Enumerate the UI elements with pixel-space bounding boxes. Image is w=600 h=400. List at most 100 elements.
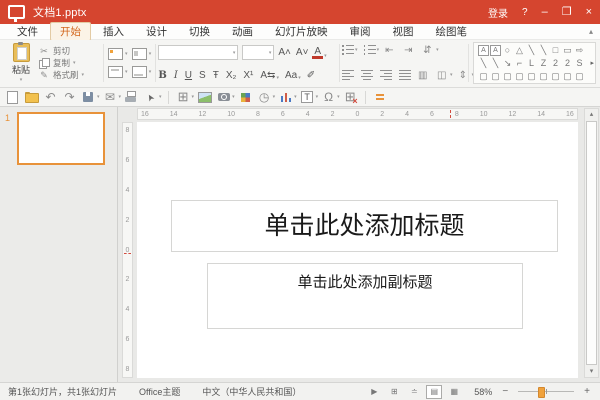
justify-button[interactable] [399, 70, 412, 80]
elbow-connector-shape[interactable]: Z [538, 57, 549, 69]
scrollbar-thumb[interactable] [586, 121, 597, 365]
elbow-connector-shape[interactable]: ⌐ [514, 57, 525, 69]
save-button[interactable]: ▾ [80, 90, 100, 105]
redo-button[interactable] [61, 90, 78, 105]
arrow-shape[interactable]: ⇨ [574, 44, 585, 56]
open-button[interactable] [23, 90, 40, 105]
arrow-line-shape[interactable]: ↘ [502, 57, 513, 69]
slide-layout-button[interactable]: ▾ [132, 48, 152, 60]
slide-reset-button[interactable]: ▾ [108, 66, 128, 78]
format-painter-button[interactable]: ✎ 格式刷 ▾ [38, 69, 84, 81]
slide-sorter-view-button[interactable]: ▦ [446, 385, 462, 399]
shrink-font-button[interactable]: A˅ [296, 47, 309, 58]
line-shape[interactable]: ╲ [490, 57, 501, 69]
screenshot-button[interactable]: ▾ [215, 90, 235, 105]
tab-animation[interactable]: 动画 [222, 22, 263, 41]
columns-button[interactable]: ▥ [418, 70, 431, 80]
curved-connector-shape[interactable]: 2 [550, 57, 561, 69]
select-button[interactable]: ▾ [142, 90, 162, 105]
numbering-button[interactable]: ▾ [364, 45, 380, 55]
elbow-connector-shape[interactable]: L [526, 57, 537, 69]
decrease-indent-button[interactable]: ⇤ [385, 45, 398, 55]
increase-indent-button[interactable]: ⇥ [404, 45, 417, 55]
tab-file[interactable]: 文件 [7, 22, 48, 41]
new-document-button[interactable] [4, 90, 21, 105]
reading-view-button[interactable]: ⊞ [386, 385, 402, 399]
change-case-button[interactable]: Aa▾ [285, 70, 301, 81]
shapes-more-button[interactable]: ▸ [590, 59, 594, 67]
scroll-down-button[interactable]: ▾ [585, 366, 598, 377]
vertical-text-box-shape[interactable]: A [490, 45, 501, 56]
grow-font-button[interactable]: A˄ [278, 47, 291, 58]
rounded-rectangle-shape[interactable]: ▢ [478, 70, 489, 82]
align-left-button[interactable] [342, 70, 355, 80]
zoom-slider[interactable] [518, 386, 574, 397]
rounded-rectangle-shape[interactable]: ▢ [574, 70, 585, 82]
rounded-rectangle-shape[interactable]: ▢ [526, 70, 537, 82]
line-shape[interactable]: ╲ [478, 57, 489, 69]
paste-dropdown-arrow[interactable]: ▾ [20, 77, 23, 83]
char-spacing-button[interactable]: A⇆▾ [260, 70, 279, 81]
chevron-down-icon[interactable]: ▾ [233, 50, 236, 56]
slideshow-view-button[interactable]: ▶ [366, 385, 382, 399]
paste-button[interactable]: 粘贴 ▾ [4, 42, 38, 84]
vertical-scrollbar[interactable]: ▴ ▾ [584, 108, 599, 378]
tab-view[interactable]: 视图 [383, 22, 424, 41]
tab-home[interactable]: 开始 [50, 22, 91, 41]
smartart-button[interactable] [237, 90, 254, 105]
font-name-combobox[interactable]: ▾ [158, 45, 238, 60]
font-name-input[interactable] [161, 48, 232, 58]
curved-connector-shape[interactable]: 2 [562, 57, 573, 69]
chart-button[interactable]: ▾ [277, 90, 297, 105]
tab-transitions[interactable]: 切换 [179, 22, 220, 41]
maximize-button[interactable]: ❐ [562, 7, 572, 17]
zoom-slider-handle[interactable] [538, 387, 545, 398]
subscript-button[interactable]: X₂ [226, 70, 238, 81]
collapse-ribbon-button[interactable]: ▴ [589, 27, 593, 36]
copy-button[interactable]: 复制 ▾ [38, 57, 84, 69]
text-direction-button[interactable]: ⇵ ▾ [423, 45, 439, 55]
rounded-rectangle-shape[interactable]: ▢ [538, 70, 549, 82]
tab-review[interactable]: 审阅 [340, 22, 381, 41]
slide-canvas[interactable]: 单击此处添加标题 单击此处添加副标题 [137, 122, 578, 378]
underline-button[interactable]: U [185, 70, 193, 81]
text-box-shape[interactable]: A [478, 45, 489, 56]
subtitle-placeholder[interactable]: 单击此处添加副标题 [207, 263, 523, 329]
notes-view-button[interactable]: ≐ [406, 385, 422, 399]
rectangle-shape[interactable]: ▭ [562, 44, 573, 56]
rounded-rectangle-shape[interactable]: ▢ [550, 70, 561, 82]
new-slide-button[interactable]: ▾ [108, 48, 128, 60]
rounded-rectangle-shape[interactable]: ▢ [514, 70, 525, 82]
tab-design[interactable]: 设计 [136, 22, 177, 41]
align-center-button[interactable] [361, 70, 374, 80]
print-button[interactable] [123, 90, 140, 105]
normal-view-button[interactable]: ▤ [426, 385, 442, 399]
font-color-button[interactable]: A ▾ [312, 47, 326, 59]
line-shape[interactable]: ╲ [538, 44, 549, 56]
help-button[interactable]: ? [522, 7, 528, 18]
title-placeholder[interactable]: 单击此处添加标题 [171, 200, 558, 252]
clear-format-button[interactable]: ✐ [307, 70, 316, 81]
tab-insert[interactable]: 插入 [93, 22, 134, 41]
oval-shape[interactable]: ○ [502, 44, 513, 56]
strikethrough-button[interactable]: Ŧ [213, 70, 220, 81]
delete-table-button[interactable] [342, 90, 359, 105]
theme-indicator[interactable]: Office主题 [139, 385, 180, 398]
rectangle-shape[interactable]: □ [550, 44, 561, 56]
picture-button[interactable] [196, 90, 213, 105]
italic-button[interactable]: I [174, 70, 179, 81]
line-shape[interactable]: ╲ [526, 44, 537, 56]
slide-thumbnail[interactable] [17, 112, 105, 165]
login-button[interactable]: 登录 [488, 5, 508, 20]
chevron-down-icon[interactable]: ▾ [269, 50, 272, 56]
text-shadow-button[interactable]: S [199, 70, 207, 81]
rounded-rectangle-shape[interactable]: ▢ [562, 70, 573, 82]
undo-button[interactable] [42, 90, 59, 105]
zoom-out-button[interactable]: − [500, 386, 510, 397]
pen-color-button[interactable] [372, 90, 389, 105]
close-button[interactable]: × [586, 7, 592, 17]
minimize-button[interactable]: – [542, 7, 548, 17]
curved-connector-shape[interactable]: S [574, 57, 585, 69]
email-button[interactable]: ▾ [102, 90, 122, 105]
zoom-in-button[interactable]: + [582, 386, 592, 397]
